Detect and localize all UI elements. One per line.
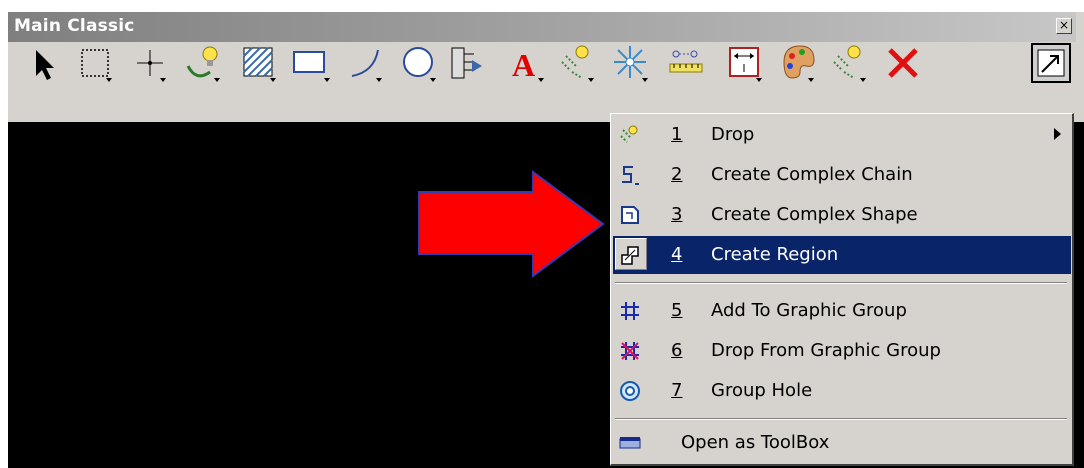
title-bar[interactable]: Main Classic × <box>8 12 1076 42</box>
fence-icon[interactable] <box>76 42 120 86</box>
place-circle-icon[interactable] <box>398 42 442 86</box>
svg-text:A: A <box>512 47 535 83</box>
menu-item-number: 5 <box>671 300 683 321</box>
complex-shape-icon <box>621 206 639 224</box>
menu-item-label: Create Region <box>711 244 839 265</box>
menu-item-create-complex-shape[interactable]: 3 Create Complex Shape <box>613 196 1071 234</box>
window-title: Main Classic <box>14 16 135 36</box>
menu-item-label: Create Complex Shape <box>711 204 918 225</box>
menu-separator <box>615 418 1067 420</box>
menu-item-number: 6 <box>671 340 683 361</box>
menu-item-number: 2 <box>671 164 683 185</box>
place-cell-icon[interactable] <box>446 42 490 86</box>
select-element-icon[interactable] <box>22 42 66 86</box>
submenu-arrow-icon <box>1054 128 1061 140</box>
group-hole-icon <box>620 381 640 401</box>
menu-item-number: 1 <box>671 124 683 145</box>
menu-item-number: 4 <box>671 244 683 265</box>
menu-item-create-region[interactable]: 4 Create Region <box>613 236 1071 274</box>
measure-distance-icon[interactable] <box>666 42 710 86</box>
menu-separator <box>615 282 1067 284</box>
menu-item-number: 3 <box>671 204 683 225</box>
change-attributes-icon[interactable] <box>778 42 822 86</box>
dimension-icon[interactable] <box>724 42 768 86</box>
drop-graphic-group-icon <box>621 342 639 360</box>
group-tools-icon[interactable] <box>828 42 872 86</box>
place-point-icon[interactable] <box>128 42 172 86</box>
place-arc-icon[interactable] <box>346 42 390 86</box>
create-region-icon <box>621 246 639 265</box>
menu-item-label: Drop <box>711 124 755 145</box>
close-button[interactable]: × <box>1056 18 1072 34</box>
annotation-arrow <box>418 170 605 278</box>
group-drop-icon[interactable] <box>180 42 224 86</box>
delete-element-icon[interactable] <box>882 42 926 86</box>
add-graphic-group-icon <box>621 302 639 320</box>
modify-element-icon[interactable] <box>610 42 654 86</box>
place-text-icon[interactable]: A <box>508 42 552 86</box>
pattern-area-icon[interactable] <box>238 42 282 86</box>
menu-item-drop-from-graphic-group[interactable]: 6 Drop From Graphic Group <box>613 332 1071 370</box>
menu-item-create-complex-chain[interactable]: 2 Create Complex Chain <box>613 156 1071 194</box>
toolbox-icon <box>619 437 641 449</box>
menu-item-label: Create Complex Chain <box>711 164 913 185</box>
menu-item-open-as-toolbox[interactable]: Open as ToolBox <box>613 424 1071 462</box>
menu-item-group-hole[interactable]: 7 Group Hole <box>613 372 1071 410</box>
group-tools-menu: 1 Drop 2 Create Complex Chain 3 Create C… <box>610 113 1074 466</box>
menu-item-number: 7 <box>671 380 683 401</box>
open-toolbox-icon[interactable] <box>1030 42 1074 86</box>
groups-icon[interactable] <box>556 42 600 86</box>
menu-item-drop[interactable]: 1 Drop <box>613 116 1071 154</box>
menu-item-label: Open as ToolBox <box>681 432 830 453</box>
menu-item-label: Add To Graphic Group <box>711 300 907 321</box>
complex-chain-icon <box>622 166 639 185</box>
menu-item-label: Drop From Graphic Group <box>711 340 941 361</box>
menu-item-label: Group Hole <box>711 380 813 401</box>
place-block-icon[interactable] <box>290 42 334 86</box>
drop-group-icon <box>620 125 638 143</box>
menu-item-add-to-graphic-group[interactable]: 5 Add To Graphic Group <box>613 292 1071 330</box>
